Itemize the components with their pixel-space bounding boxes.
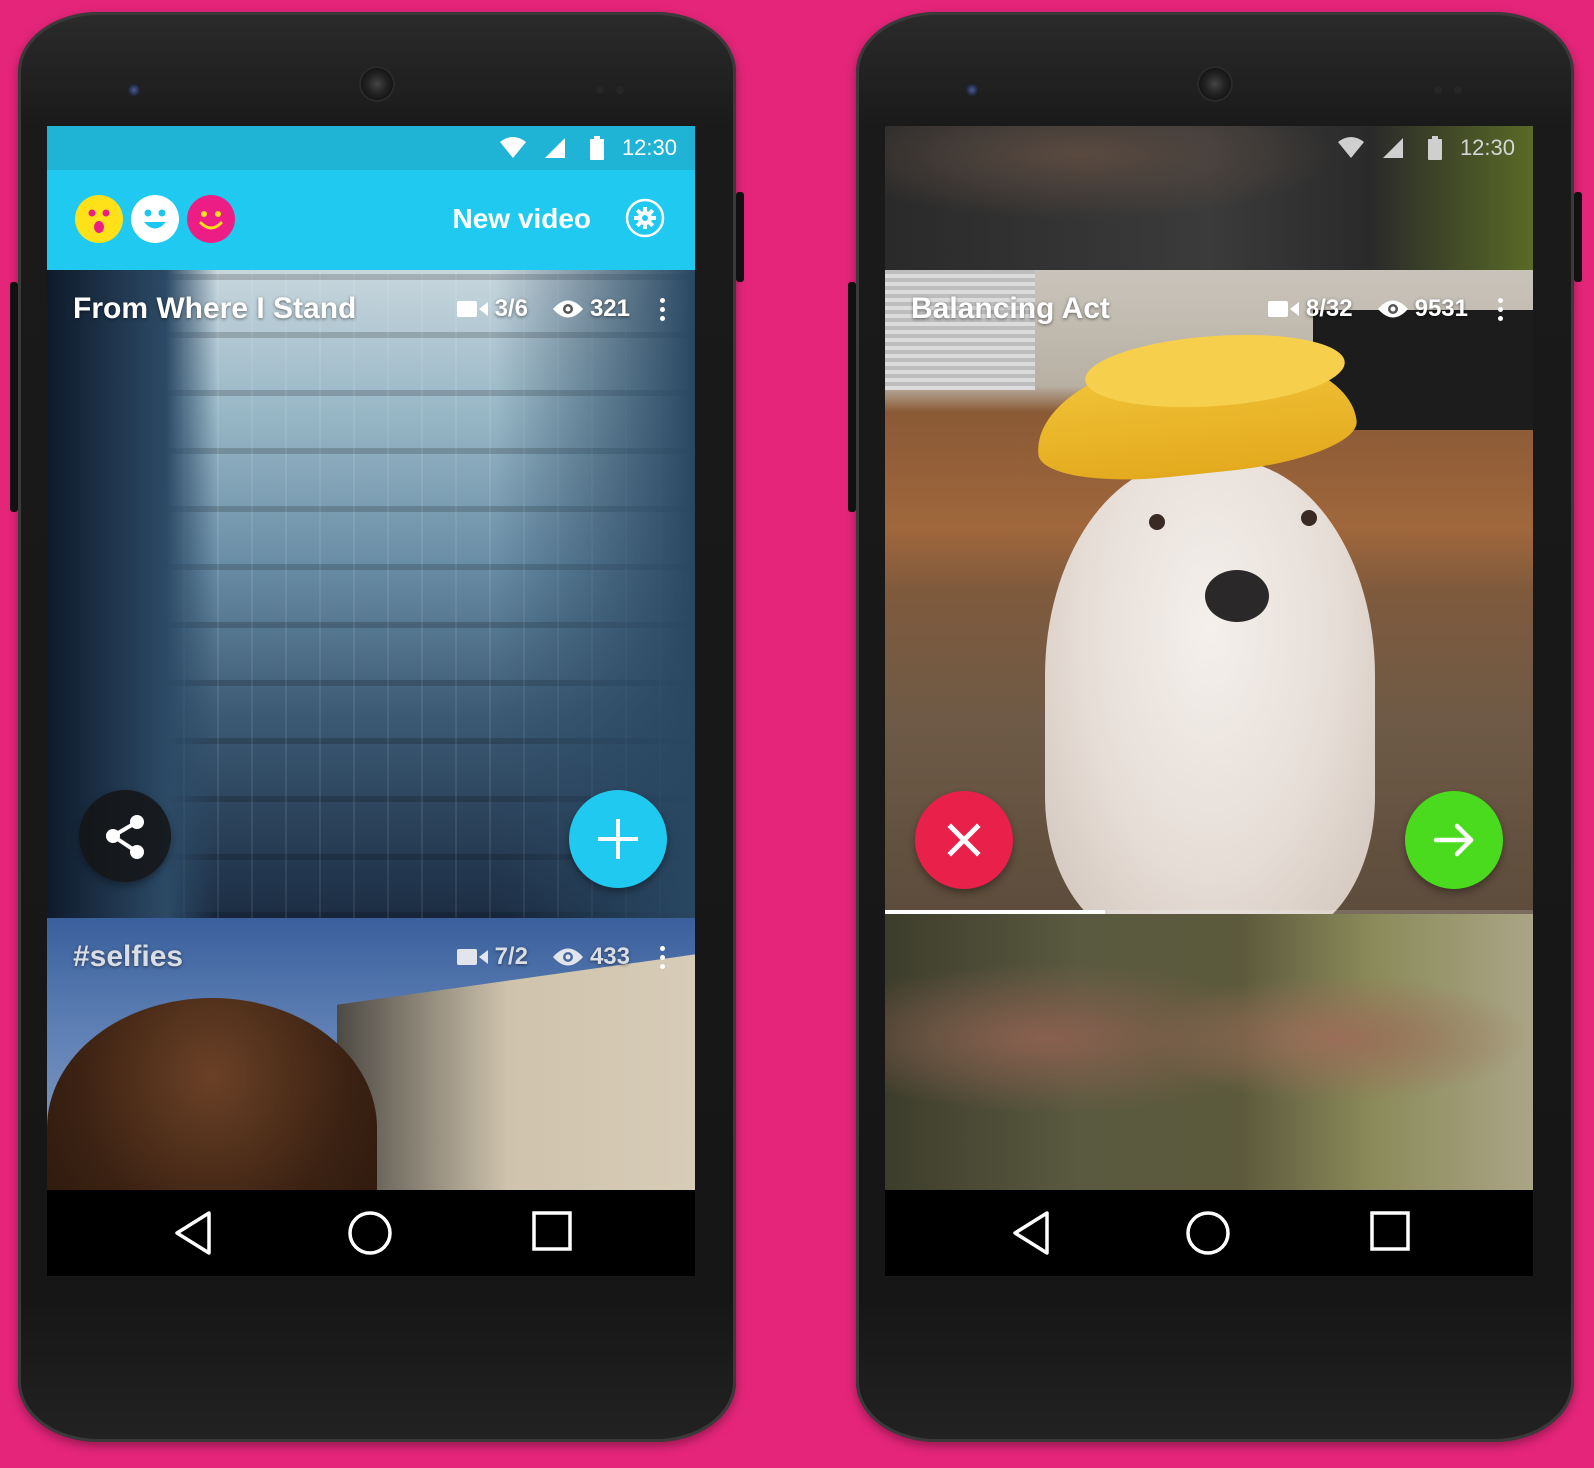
status-bar: 12:30 bbox=[47, 126, 695, 170]
earpiece-speaker bbox=[359, 66, 395, 102]
wifi-icon bbox=[1338, 137, 1364, 158]
view-count: 9531 bbox=[1414, 295, 1468, 322]
video-card[interactable]: From Where I Stand 3/6 321 bbox=[47, 270, 695, 918]
home-icon[interactable] bbox=[1185, 1210, 1231, 1256]
navigation-bar bbox=[885, 1190, 1533, 1276]
surprised-face-icon[interactable] bbox=[75, 195, 123, 243]
home-icon[interactable] bbox=[347, 1210, 393, 1256]
more-vert-icon[interactable] bbox=[1498, 297, 1503, 321]
proximity-sensor bbox=[1434, 86, 1442, 94]
dog-nose-shape bbox=[1205, 570, 1269, 622]
clip-count: 7/2 bbox=[494, 943, 528, 970]
status-bar: 12:30 bbox=[885, 126, 1533, 170]
volume-button bbox=[10, 282, 18, 512]
eye-icon bbox=[552, 948, 583, 966]
light-sensor bbox=[1454, 86, 1462, 94]
volume-button bbox=[848, 282, 856, 512]
clip-count: 3/6 bbox=[494, 295, 528, 322]
dog-eye-shape bbox=[1149, 514, 1165, 530]
front-camera bbox=[128, 84, 140, 96]
card-stats: 7/2 433 bbox=[443, 942, 665, 972]
left-phone: 12:30 New video From Where I Stand 3/6 3… bbox=[10, 12, 744, 1442]
battery-icon bbox=[590, 136, 604, 160]
hair-shape bbox=[47, 998, 377, 1190]
back-icon[interactable] bbox=[171, 1210, 215, 1256]
smile-face-icon[interactable] bbox=[187, 195, 235, 243]
more-vert-icon[interactable] bbox=[660, 297, 665, 321]
card-title: Balancing Act bbox=[911, 292, 1110, 325]
video-card[interactable]: Balancing Act 8/32 9531 bbox=[885, 270, 1533, 914]
video-card[interactable]: #selfies 7/2 433 bbox=[47, 918, 695, 1190]
video-camera-icon bbox=[456, 301, 488, 317]
earpiece-speaker bbox=[1197, 66, 1233, 102]
more-vert-icon[interactable] bbox=[660, 945, 665, 969]
app-bar: New video bbox=[47, 170, 695, 270]
card-title: #selfies bbox=[73, 940, 184, 973]
front-camera bbox=[966, 84, 978, 96]
reject-button[interactable] bbox=[915, 791, 1013, 889]
left-screen: 12:30 New video From Where I Stand 3/6 3… bbox=[47, 126, 695, 1276]
card-title: From Where I Stand bbox=[73, 292, 357, 325]
close-icon bbox=[947, 823, 981, 857]
right-phone: 12:30 Balancing Act 8/32 9531 bbox=[848, 12, 1582, 1442]
plus-icon bbox=[598, 819, 638, 859]
signal-icon bbox=[1383, 138, 1403, 158]
power-button bbox=[736, 192, 744, 282]
right-screen: 12:30 Balancing Act 8/32 9531 bbox=[885, 126, 1533, 1276]
arrow-right-icon bbox=[1433, 823, 1474, 857]
status-time: 12:30 bbox=[621, 135, 677, 160]
dog-eye-shape bbox=[1301, 510, 1317, 526]
view-count: 433 bbox=[589, 943, 630, 970]
share-icon bbox=[106, 815, 144, 859]
recents-icon[interactable] bbox=[1369, 1210, 1411, 1252]
eye-icon bbox=[1377, 300, 1408, 318]
battery-icon bbox=[1428, 136, 1442, 160]
blurred-next-video bbox=[885, 914, 1533, 1190]
video-camera-icon bbox=[1267, 301, 1299, 317]
next-button[interactable] bbox=[1405, 791, 1503, 889]
power-button bbox=[1574, 192, 1582, 282]
view-count: 321 bbox=[589, 295, 630, 322]
clip-count: 8/32 bbox=[1305, 295, 1353, 322]
navigation-bar bbox=[47, 1190, 695, 1276]
recents-icon[interactable] bbox=[531, 1210, 573, 1252]
light-sensor bbox=[616, 86, 624, 94]
dog-shape bbox=[1045, 460, 1375, 914]
gear-icon[interactable] bbox=[625, 198, 665, 238]
status-time: 12:30 bbox=[1459, 135, 1515, 160]
building-shape bbox=[337, 951, 695, 1190]
video-camera-icon bbox=[456, 949, 488, 965]
proximity-sensor bbox=[596, 86, 604, 94]
share-button[interactable] bbox=[79, 790, 171, 882]
eye-icon bbox=[552, 300, 583, 318]
back-icon[interactable] bbox=[1009, 1210, 1053, 1256]
card-stats: 8/32 9531 bbox=[1254, 294, 1503, 324]
add-button[interactable] bbox=[569, 790, 667, 888]
wifi-icon bbox=[500, 137, 526, 158]
air-conditioner-shape bbox=[885, 270, 1035, 390]
new-video-button[interactable]: New video bbox=[453, 203, 591, 235]
happy-face-icon[interactable] bbox=[131, 195, 179, 243]
signal-icon bbox=[545, 138, 565, 158]
card-stats: 3/6 321 bbox=[443, 294, 665, 324]
